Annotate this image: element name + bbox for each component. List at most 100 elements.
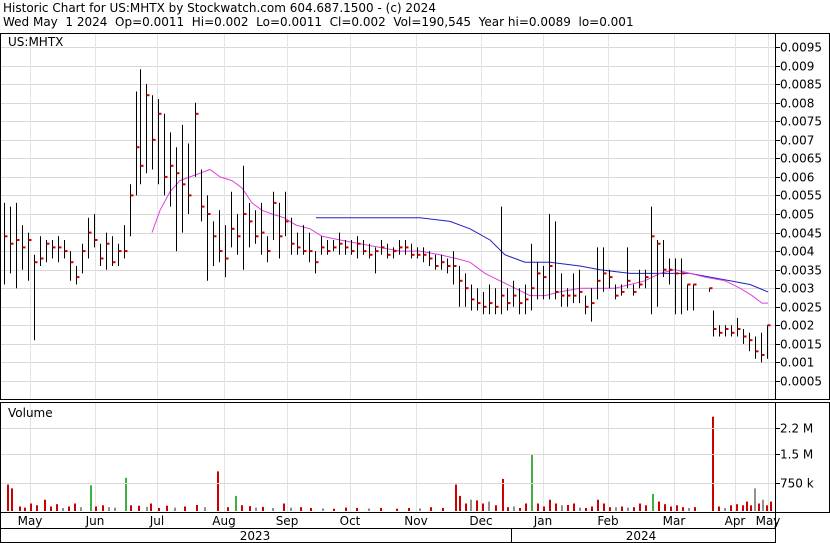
- volume-tick-label: 750 k: [780, 477, 814, 491]
- month-label: Aug: [212, 514, 235, 528]
- volume-bar: [196, 505, 198, 511]
- price-tick-label: 0.0025: [780, 301, 822, 315]
- price-tick-label: 0.008: [780, 97, 814, 111]
- volume-bar: [138, 505, 140, 511]
- volume-bar: [68, 506, 70, 511]
- month-axis: [0, 512, 776, 529]
- volume-tick-label: 2.2 M: [780, 422, 813, 436]
- price-tick-label: 0.006: [780, 171, 814, 185]
- volume-bar: [300, 507, 302, 511]
- volume-bar: [459, 495, 461, 511]
- volume-bar: [603, 503, 605, 511]
- volume-bar: [609, 507, 611, 511]
- volume-bar: [241, 505, 243, 511]
- price-tick-label: 0.002: [780, 319, 814, 333]
- volume-bar: [664, 504, 666, 511]
- volume-bar: [90, 485, 92, 511]
- volume-bar: [114, 507, 116, 511]
- volume-bar: [108, 507, 110, 511]
- volume-bar: [419, 508, 421, 511]
- year-axis: [0, 528, 776, 543]
- volume-panel: [0, 402, 776, 513]
- volume-bar: [102, 505, 104, 511]
- month-label: Nov: [404, 514, 427, 528]
- volume-bar: [525, 503, 527, 511]
- year-label: 2024: [626, 529, 657, 543]
- volume-bar: [507, 507, 509, 511]
- volume-bar: [724, 508, 726, 511]
- volume-bar: [74, 503, 76, 511]
- volume-bar: [555, 503, 557, 511]
- volume-bar: [561, 505, 563, 511]
- volume-bar: [283, 503, 285, 511]
- price-tick-label: 0.0095: [780, 41, 822, 55]
- volume-bar: [262, 506, 264, 511]
- volume-bar: [476, 500, 478, 511]
- volume-bar: [645, 505, 647, 511]
- price-tick-label: 0.007: [780, 134, 814, 148]
- volume-bar: [19, 506, 21, 511]
- volume-bar: [670, 506, 672, 511]
- volume-bar: [718, 506, 720, 511]
- volume-bar: [585, 508, 587, 511]
- volume-bar: [249, 506, 251, 511]
- stockwatch-chart-page: Historic Chart for US:MHTX by Stockwatch…: [0, 0, 830, 543]
- volume-bar: [766, 505, 768, 511]
- volume-bar: [227, 507, 229, 511]
- symbol-label: US:MHTX: [8, 35, 63, 49]
- volume-bar: [730, 505, 732, 511]
- volume-bar: [531, 454, 533, 511]
- volume-bar: [56, 504, 58, 511]
- price-tick-label: 0.005: [780, 208, 814, 222]
- volume-bar: [712, 416, 714, 511]
- volume-bar: [50, 506, 52, 511]
- volume-bar: [36, 505, 38, 511]
- price-tick-label: 0.0065: [780, 152, 822, 166]
- month-label: Apr: [725, 514, 746, 528]
- volume-bar: [356, 508, 358, 511]
- volume-bar: [750, 505, 752, 511]
- volume-bar: [688, 508, 690, 511]
- volume-bar: [396, 508, 398, 511]
- volume-bar: [770, 501, 772, 511]
- volume-bar: [30, 503, 32, 511]
- volume-bar: [11, 488, 13, 511]
- month-label: Mar: [663, 514, 686, 528]
- volume-bar: [380, 508, 382, 511]
- volume-bar: [597, 499, 599, 511]
- volume-bar: [621, 506, 623, 511]
- volume-bar: [408, 508, 410, 511]
- volume-bar: [174, 507, 176, 511]
- month-label: Sep: [276, 514, 299, 528]
- volume-bar: [125, 477, 127, 511]
- volume-bar: [150, 503, 152, 511]
- volume-bar: [217, 471, 219, 511]
- volume-bar: [754, 488, 756, 511]
- volume-bar: [615, 507, 617, 511]
- volume-bar: [488, 501, 490, 511]
- volume-bar: [310, 508, 312, 511]
- volume-bar: [95, 506, 97, 511]
- volume-bar: [465, 503, 467, 511]
- volume-bar: [676, 505, 678, 511]
- volume-bar: [62, 508, 64, 511]
- volume-bar: [658, 501, 660, 511]
- volume-bar: [204, 507, 206, 511]
- volume-bar: [549, 499, 551, 511]
- volume-bar: [537, 503, 539, 511]
- volume-bar: [166, 505, 168, 511]
- volume-bar: [742, 505, 744, 511]
- volume-label: Volume: [8, 406, 53, 420]
- volume-bar: [639, 503, 641, 511]
- month-label: Feb: [597, 514, 618, 528]
- volume-bar: [591, 506, 593, 511]
- volume-bar: [80, 507, 82, 511]
- volume-bar: [694, 507, 696, 511]
- price-tick-label: 0.0085: [780, 78, 822, 92]
- volume-bar: [543, 506, 545, 511]
- price-tick-label: 0.001: [780, 356, 814, 370]
- volume-bar: [255, 507, 257, 511]
- month-label: Oct: [340, 514, 361, 528]
- price-tick-label: 0.0015: [780, 338, 822, 352]
- volume-bar: [495, 505, 497, 511]
